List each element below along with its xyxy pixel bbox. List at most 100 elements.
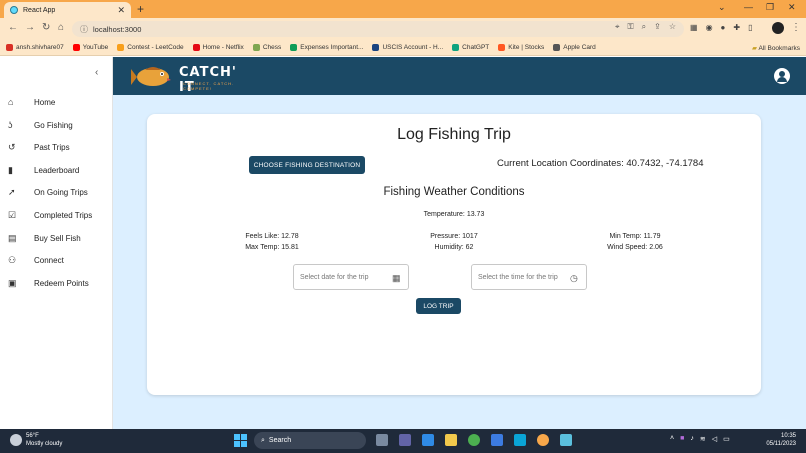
todo-icon[interactable]: [422, 434, 434, 446]
home-icon: ⌂: [8, 97, 14, 107]
weather-col-middle: Pressure: 1017 Humidity: 62: [422, 231, 486, 253]
main-content: Log Fishing Trip CHOOSE FISHING DESTINAT…: [113, 95, 806, 429]
browser-titlebar: React App ✕ + ⌄ — ❐ ✕: [0, 0, 806, 18]
time-picker-field[interactable]: Select the time for the trip ◷: [471, 264, 587, 290]
kite-icon: [498, 44, 506, 51]
menu-kebab-icon[interactable]: ⋮: [791, 22, 801, 33]
forward-button[interactable]: →: [25, 22, 35, 33]
bookmark-item[interactable]: Chess: [252, 44, 281, 51]
rocket-icon: ➚: [8, 186, 16, 197]
app-header: CATCH' IT CONNECT. CATCH. COMPETE!: [113, 57, 806, 95]
close-window-button[interactable]: ✕: [788, 2, 796, 13]
bookmark-item[interactable]: ansh.shivhare07: [6, 44, 64, 51]
sidebar-item-redeem-points[interactable]: ▣ Redeem Points: [0, 274, 113, 292]
sidebar-item-go-fishing[interactable]: ʖ Go Fishing: [0, 116, 113, 134]
onenote-icon[interactable]: ■: [680, 435, 684, 443]
sidebar-item-label: Past Trips: [34, 142, 70, 152]
tab-search-chevron-icon[interactable]: ⌄: [718, 2, 726, 13]
chevron-up-icon[interactable]: ˄: [670, 435, 674, 443]
clock-time: 10:35: [780, 433, 796, 439]
extensions-area: ▦ ◉ ● ✚ ▯: [690, 23, 753, 32]
extension-icon[interactable]: ●: [721, 23, 726, 32]
restore-button[interactable]: ❐: [766, 2, 774, 13]
file-explorer-icon[interactable]: [445, 434, 457, 446]
bookmark-item[interactable]: ChatGPT: [452, 44, 489, 51]
mic-icon[interactable]: ♪: [690, 435, 694, 443]
zoom-icon[interactable]: ⌕: [642, 22, 646, 32]
taskbar-clock[interactable]: 10:35 05/11/2023: [766, 432, 796, 448]
cloud-icon: [10, 434, 22, 446]
sidebar-item-on-going-trips[interactable]: ➚ On Going Trips: [0, 183, 113, 201]
windows-start-icon[interactable]: [234, 434, 247, 447]
bookmark-label: Apple Card: [563, 44, 596, 51]
sidebar-item-past-trips[interactable]: ↺ Past Trips: [0, 138, 113, 156]
puzzle-icon[interactable]: ✚: [733, 23, 740, 32]
choose-destination-button[interactable]: CHOOSE FISHING DESTINATION: [249, 156, 365, 174]
address-bar[interactable]: ⓘ localhost:3000 ⌖ ⚿ ⌕ ⇪ ☆: [72, 21, 684, 37]
chevron-left-icon[interactable]: ‹: [95, 67, 98, 78]
bar-chart-icon: ▮: [8, 164, 13, 175]
taskbar-search[interactable]: ⌕ Search: [254, 432, 366, 449]
account-circle-icon[interactable]: [774, 68, 790, 84]
sidebar-item-completed-trips[interactable]: ☑ Completed Trips: [0, 206, 113, 224]
logo-tagline: CONNECT. CATCH. COMPETE!: [183, 81, 235, 91]
minimize-button[interactable]: —: [744, 2, 753, 12]
volume-icon[interactable]: ◁: [712, 435, 717, 443]
new-tab-button[interactable]: +: [137, 2, 144, 16]
sheets-icon: [290, 44, 298, 51]
sidebar-item-label: Redeem Points: [34, 278, 89, 288]
bookmark-item[interactable]: Expenses Important...: [290, 44, 363, 51]
bookmark-star-icon[interactable]: ☆: [669, 22, 676, 32]
bookmark-item[interactable]: USCIS Account - H...: [372, 44, 443, 51]
store-icon: ▤: [8, 232, 17, 243]
extension-icon[interactable]: ▦: [690, 23, 698, 32]
battery-icon[interactable]: ▭: [723, 435, 730, 443]
bookmark-label: Expenses Important...: [300, 44, 364, 51]
sidebar-item-label: Home: [34, 97, 56, 107]
bookmark-label: YouTube: [82, 44, 109, 51]
share-icon[interactable]: ⇪: [654, 22, 661, 32]
home-button[interactable]: ⌂: [58, 22, 64, 33]
bookmark-item[interactable]: YouTube: [72, 44, 109, 51]
sidebar-item-buy-sell-fish[interactable]: ▤ Buy Sell Fish: [0, 229, 113, 247]
sidepanel-icon[interactable]: ▯: [748, 23, 752, 32]
log-trip-button[interactable]: LOG TRIP: [416, 298, 461, 314]
weather-widget[interactable]: 56°F Mostly cloudy: [10, 432, 62, 448]
chrome-icon[interactable]: [468, 434, 480, 446]
bookmark-item[interactable]: Home - Netflix: [192, 44, 244, 51]
weather-desc: Mostly cloudy: [26, 441, 63, 447]
date-picker-field[interactable]: Select date for the trip ▦: [293, 264, 409, 290]
clock-icon[interactable]: ◷: [570, 273, 580, 283]
location-icon[interactable]: ⌖: [615, 22, 620, 32]
wifi-icon[interactable]: ≋: [700, 435, 706, 443]
sidebar-item-leaderboard[interactable]: ▮ Leaderboard: [0, 161, 113, 179]
bookmark-item[interactable]: Apple Card: [553, 44, 596, 51]
site-info-icon[interactable]: ⓘ: [80, 24, 88, 35]
youtube-icon: [72, 44, 80, 51]
bookmark-item[interactable]: Kite | Stocks: [498, 44, 544, 51]
extension-icon[interactable]: ◉: [706, 23, 713, 32]
all-bookmarks-button[interactable]: ▰ All Bookmarks: [752, 44, 800, 52]
gmail-icon: [6, 44, 13, 51]
bookmark-item[interactable]: Contest - LeetCode: [117, 44, 184, 51]
back-button[interactable]: ←: [8, 22, 18, 33]
calendar-icon[interactable]: ▦: [392, 273, 402, 283]
connect-icon: ⚇: [8, 254, 17, 265]
uscis-icon: [372, 44, 380, 51]
teams-icon[interactable]: [399, 434, 411, 446]
terminal-icon[interactable]: [514, 434, 526, 446]
page-title: Log Fishing Trip: [397, 126, 511, 143]
app-icon[interactable]: [560, 434, 572, 446]
sidebar-item-connect[interactable]: ⚇ Connect: [0, 251, 113, 269]
task-view-icon[interactable]: [376, 434, 388, 446]
profile-avatar[interactable]: [772, 22, 784, 34]
app-logo[interactable]: CATCH' IT CONNECT. CATCH. COMPETE!: [131, 60, 251, 95]
chrome-active-icon[interactable]: [537, 434, 549, 446]
key-icon[interactable]: ⚿: [628, 22, 634, 32]
sidebar-item-home[interactable]: ⌂ Home: [0, 93, 113, 111]
vscode-icon[interactable]: [491, 434, 503, 446]
browser-tab[interactable]: React App ✕: [4, 2, 131, 18]
reload-button[interactable]: ↻: [42, 22, 50, 33]
weather-temp: 56°F: [26, 433, 39, 439]
close-tab-icon[interactable]: ✕: [117, 5, 125, 16]
